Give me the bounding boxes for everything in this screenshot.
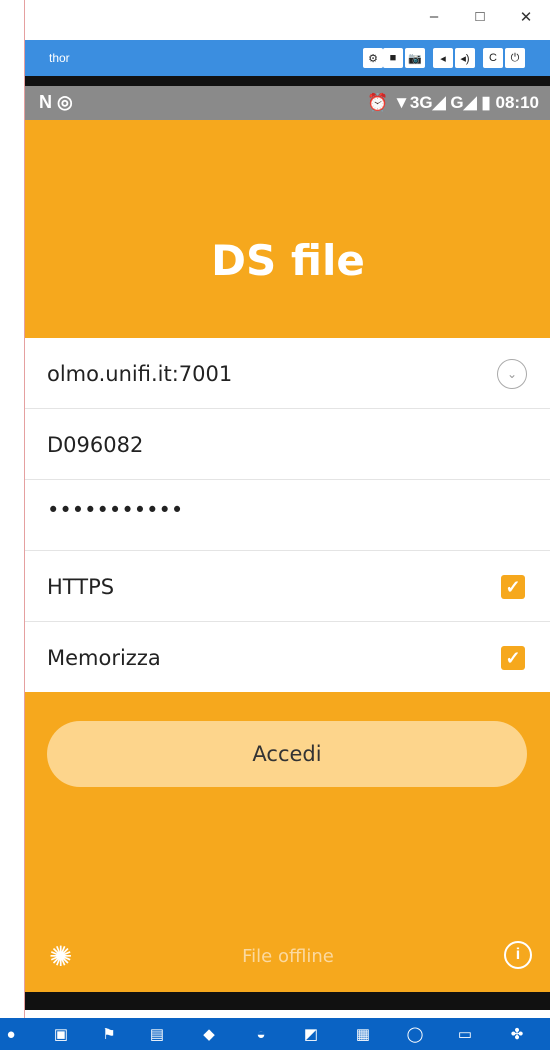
https-label: HTTPS <box>47 575 115 599</box>
taskbar-app-icon[interactable]: ✤ <box>506 1023 528 1045</box>
taskbar-app-icon[interactable]: ▤ <box>146 1023 168 1045</box>
login-form: olmo.unifi.it:7001 ⌄ D096082 •••••••••••… <box>25 338 550 693</box>
remember-row[interactable]: Memorizza ✓ <box>25 622 550 693</box>
rotate-icon[interactable]: C <box>483 48 503 68</box>
power-icon[interactable]: ⏻ <box>505 48 525 68</box>
password-input[interactable]: ••••••••••• <box>47 498 183 522</box>
taskbar-app-icon[interactable]: ◒ <box>250 1023 272 1045</box>
emulator-window: – □ ✕ thor ⚙ ■ 📷 ◂ ◂) C ⏻ N ◎ ⏰ ▼3G◢ G◢ … <box>24 0 550 1050</box>
android-status-bar: N ◎ ⏰ ▼3G◢ G◢ ▮ 08:10 <box>25 86 550 120</box>
https-row[interactable]: HTTPS ✓ <box>25 551 550 622</box>
camera-icon[interactable]: 📷 <box>405 48 425 68</box>
close-button[interactable]: ✕ <box>511 8 541 26</box>
offline-files-link[interactable]: File offline <box>25 946 550 967</box>
remember-checkbox[interactable]: ✓ <box>501 646 525 670</box>
login-button[interactable]: Accedi <box>47 721 527 787</box>
app-title: DS file <box>211 236 365 285</box>
remember-label: Memorizza <box>47 646 161 670</box>
emulator-name: thor <box>49 51 70 65</box>
chevron-down-icon[interactable]: ⌄ <box>497 359 527 389</box>
username-input[interactable]: D096082 <box>47 433 143 457</box>
taskbar-app-icon[interactable]: ⚑ <box>98 1023 120 1045</box>
volume-down-icon[interactable]: ◂ <box>433 48 453 68</box>
info-icon[interactable]: i <box>504 941 532 969</box>
taskbar-app-icon[interactable]: ◯ <box>404 1023 426 1045</box>
volume-up-icon[interactable]: ◂) <box>455 48 475 68</box>
maximize-button[interactable]: □ <box>465 8 495 25</box>
taskbar-app-icon[interactable]: ◆ <box>198 1023 220 1045</box>
windows-taskbar: ● ▣ ⚑ ▤ ◆ ◒ ◩ ▦ ◯ ▭ ✤ <box>0 1018 550 1050</box>
server-input[interactable]: olmo.unifi.it:7001 <box>47 362 232 386</box>
settings-icon[interactable]: ⚙ <box>363 48 383 68</box>
server-field[interactable]: olmo.unifi.it:7001 ⌄ <box>25 338 550 409</box>
minimize-button[interactable]: – <box>419 8 449 25</box>
taskbar-app-icon[interactable]: ▣ <box>50 1023 72 1045</box>
emulator-toolbar: thor ⚙ ■ 📷 ◂ ◂) C ⏻ <box>25 40 550 76</box>
status-system-icons: ⏰ ▼3G◢ G◢ ▮ 08:10 <box>367 93 539 112</box>
username-field[interactable]: D096082 <box>25 409 550 480</box>
app-header <box>25 120 550 338</box>
https-checkbox[interactable]: ✓ <box>501 575 525 599</box>
taskbar-app-icon[interactable]: ● <box>0 1023 22 1045</box>
window-titlebar: – □ ✕ <box>25 0 550 40</box>
record-icon[interactable]: ■ <box>383 48 403 68</box>
taskbar-app-icon[interactable]: ▭ <box>454 1023 476 1045</box>
screen-top-bezel <box>25 76 550 86</box>
status-notification-icons: N ◎ <box>39 92 73 112</box>
android-nav-bar <box>25 992 550 1010</box>
calculator-icon[interactable]: ▦ <box>352 1023 374 1045</box>
taskbar-app-icon[interactable]: ◩ <box>300 1023 322 1045</box>
password-field[interactable]: ••••••••••• <box>25 480 550 551</box>
